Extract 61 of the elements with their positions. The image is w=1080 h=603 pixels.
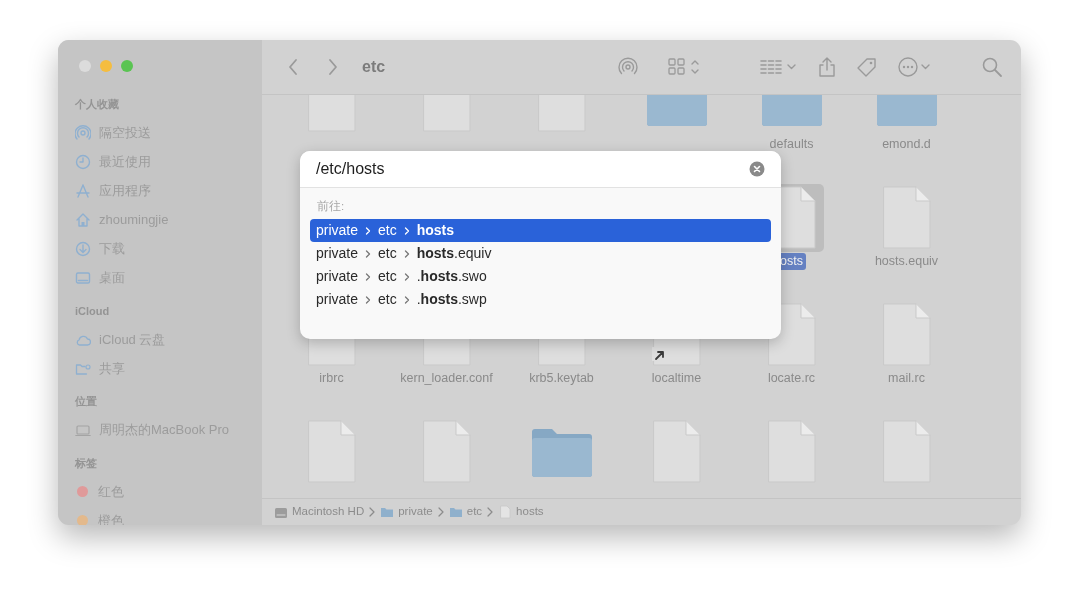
- folder-icon: [380, 505, 395, 519]
- file-name[interactable]: mail.rc: [885, 370, 928, 387]
- chevron-icon: [403, 294, 410, 305]
- clear-icon[interactable]: [749, 161, 765, 177]
- tag-icon[interactable]: [855, 56, 879, 78]
- applications-icon: [75, 183, 91, 199]
- home-icon: [75, 212, 91, 228]
- chevron-icon: [368, 506, 377, 518]
- file-name[interactable]: krb5.keytab: [526, 370, 597, 387]
- path-label: private: [316, 267, 359, 287]
- chevron-icon: [486, 506, 495, 518]
- download-icon: [75, 241, 91, 257]
- file-name[interactable]: locate.rc: [764, 370, 819, 387]
- chevron-icon: [436, 506, 445, 518]
- chevron-icon: [403, 225, 410, 236]
- file-name[interactable]: emond.d: [879, 136, 934, 153]
- path-label: etc: [378, 267, 397, 287]
- suggestion-item[interactable]: private etc .hosts.swo: [310, 265, 771, 289]
- file-name[interactable]: localtime: [648, 370, 705, 387]
- chevron-icon: [365, 271, 372, 282]
- path-label: etc: [378, 290, 397, 310]
- path-item[interactable]: Macintosh HD: [274, 503, 365, 521]
- chevron-icon: [403, 271, 410, 282]
- path-item[interactable]: etc: [448, 503, 483, 521]
- folder-icon: [448, 505, 463, 519]
- chevron-icon: [403, 248, 410, 259]
- suggestion-item[interactable]: private etc hosts.equiv: [310, 242, 771, 266]
- path-label: etc: [378, 244, 397, 264]
- chevron-icon: [365, 294, 372, 305]
- path-label: etc: [378, 221, 397, 241]
- suggestion-item[interactable]: private etc hosts: [310, 219, 771, 243]
- minimize-button[interactable]: [100, 60, 112, 72]
- share-icon[interactable]: [817, 56, 837, 78]
- path-label: private: [316, 221, 359, 241]
- more-options-icon[interactable]: [897, 56, 931, 78]
- file-name[interactable]: defaults: [766, 136, 817, 153]
- path-item[interactable]: private: [380, 503, 433, 521]
- window-title: etc: [362, 57, 386, 77]
- path-input-field[interactable]: /etc/hosts: [316, 157, 749, 181]
- path-label: .hosts.swo: [416, 267, 487, 287]
- zoom-button[interactable]: [121, 60, 133, 72]
- file-name[interactable]: irbrc: [316, 370, 347, 387]
- clock-icon: [75, 154, 91, 170]
- path-label: .hosts.swp: [416, 290, 487, 310]
- suggestion-item[interactable]: private etc .hosts.swp: [310, 288, 771, 312]
- file-name[interactable]: kern_loader.conf: [397, 370, 496, 387]
- chevron-icon: [365, 225, 372, 236]
- path-label: private: [316, 244, 359, 264]
- airdrop-icon: [75, 125, 91, 141]
- search-icon[interactable]: [981, 56, 1003, 78]
- chevron-icon: [365, 248, 372, 259]
- path-label: private: [316, 290, 359, 310]
- desktop-icon: [75, 270, 91, 286]
- path-label: hosts.equiv: [416, 244, 492, 264]
- path-item[interactable]: hosts: [498, 503, 544, 521]
- path-field[interactable]: /etc/hosts: [300, 151, 781, 188]
- section-heading: 前往:: [316, 199, 346, 214]
- file-name[interactable]: hosts.equiv: [871, 253, 942, 270]
- document-icon: [498, 505, 513, 519]
- path-label: hosts: [416, 221, 455, 241]
- laptop-icon: [75, 422, 91, 438]
